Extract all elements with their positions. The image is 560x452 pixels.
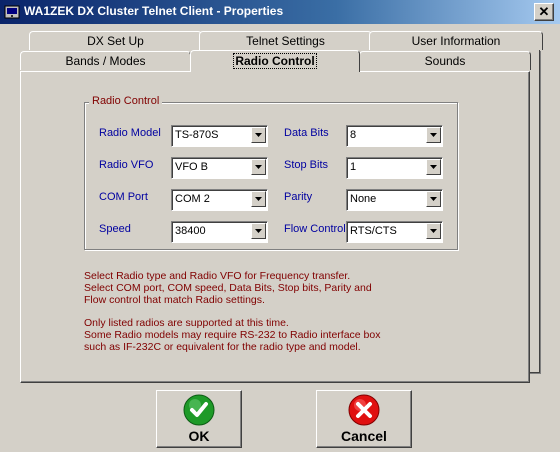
com-port-value: COM 2 bbox=[175, 193, 210, 205]
help-line: Select Radio type and Radio VFO for Freq… bbox=[84, 270, 351, 282]
check-icon bbox=[183, 394, 215, 426]
help-line: Flow control that match Radio settings. bbox=[84, 294, 265, 306]
tab-dx-set-up[interactable]: DX Set Up bbox=[29, 31, 202, 50]
com-port-label: COM Port bbox=[99, 191, 148, 203]
radio-vfo-value: VFO B bbox=[175, 161, 209, 173]
tab-label: Telnet Settings bbox=[246, 34, 325, 48]
tab-label: User Information bbox=[411, 34, 501, 48]
ok-label: OK bbox=[188, 428, 210, 444]
speed-value: 38400 bbox=[175, 225, 206, 237]
stop-bits-select[interactable]: 1 bbox=[346, 157, 443, 179]
chevron-down-icon bbox=[430, 133, 437, 137]
chevron-down-icon bbox=[255, 133, 262, 137]
help-line: Only listed radios are supported at this… bbox=[84, 317, 289, 329]
tab-bands-modes[interactable]: Bands / Modes bbox=[20, 51, 191, 70]
tab-telnet-settings[interactable]: Telnet Settings bbox=[199, 31, 372, 50]
radio-vfo-select[interactable]: VFO B bbox=[171, 157, 268, 179]
parity-value: None bbox=[350, 193, 377, 205]
radio-vfo-label: Radio VFO bbox=[99, 159, 154, 171]
dropdown-button[interactable] bbox=[426, 127, 441, 143]
dropdown-button[interactable] bbox=[251, 191, 266, 207]
dropdown-button[interactable] bbox=[426, 191, 441, 207]
help-line: such as IF-232C or equivalent for the ra… bbox=[84, 341, 361, 353]
cancel-label: Cancel bbox=[341, 428, 387, 444]
group-title: Radio Control bbox=[89, 95, 163, 107]
radio-model-value: TS-870S bbox=[175, 129, 219, 141]
dropdown-button[interactable] bbox=[426, 159, 441, 175]
dropdown-button[interactable] bbox=[251, 223, 266, 239]
radio-model-select[interactable]: TS-870S bbox=[171, 125, 268, 147]
chevron-down-icon bbox=[255, 197, 262, 201]
speed-label: Speed bbox=[99, 223, 131, 235]
radio-model-label: Radio Model bbox=[99, 127, 161, 139]
tab-label: Radio Control bbox=[233, 53, 317, 69]
tab-label: DX Set Up bbox=[87, 34, 144, 48]
app-icon bbox=[4, 4, 20, 20]
data-bits-select[interactable]: 8 bbox=[346, 125, 443, 147]
flow-control-label: Flow Control bbox=[284, 223, 346, 235]
stop-bits-value: 1 bbox=[350, 161, 357, 173]
flow-control-value: RTS/CTS bbox=[350, 225, 397, 237]
ok-button[interactable]: OK bbox=[156, 390, 242, 448]
chevron-down-icon bbox=[430, 165, 437, 169]
chevron-down-icon bbox=[255, 229, 262, 233]
help-text: Select Radio type and Radio VFO for Freq… bbox=[84, 270, 424, 364]
parity-label: Parity bbox=[284, 191, 313, 203]
close-button[interactable]: ✕ bbox=[534, 3, 554, 21]
help-line: Select COM port, COM speed, Data Bits, S… bbox=[84, 282, 372, 294]
x-icon bbox=[348, 394, 380, 426]
speed-select[interactable]: 38400 bbox=[171, 221, 268, 243]
tab-sounds[interactable]: Sounds bbox=[359, 51, 531, 70]
stop-bits-label: Stop Bits bbox=[284, 159, 329, 171]
chevron-down-icon bbox=[255, 165, 262, 169]
com-port-select[interactable]: COM 2 bbox=[171, 189, 268, 211]
tab-radio-control[interactable]: Radio Control bbox=[190, 50, 360, 72]
tab-user-information[interactable]: User Information bbox=[369, 31, 543, 50]
chevron-down-icon bbox=[430, 229, 437, 233]
close-icon: ✕ bbox=[538, 4, 550, 19]
cancel-button[interactable]: Cancel bbox=[316, 390, 412, 448]
window-title: WA1ZEK DX Cluster Telnet Client - Proper… bbox=[24, 4, 284, 18]
dropdown-button[interactable] bbox=[426, 223, 441, 239]
dropdown-button[interactable] bbox=[251, 159, 266, 175]
data-bits-label: Data Bits bbox=[284, 127, 329, 139]
parity-select[interactable]: None bbox=[346, 189, 443, 211]
chevron-down-icon bbox=[430, 197, 437, 201]
help-line: Some Radio models may require RS-232 to … bbox=[84, 329, 381, 341]
tab-label: Bands / Modes bbox=[65, 54, 146, 68]
dropdown-button[interactable] bbox=[251, 127, 266, 143]
tab-label: Sounds bbox=[424, 54, 466, 68]
flow-control-select[interactable]: RTS/CTS bbox=[346, 221, 443, 243]
data-bits-value: 8 bbox=[350, 129, 357, 141]
